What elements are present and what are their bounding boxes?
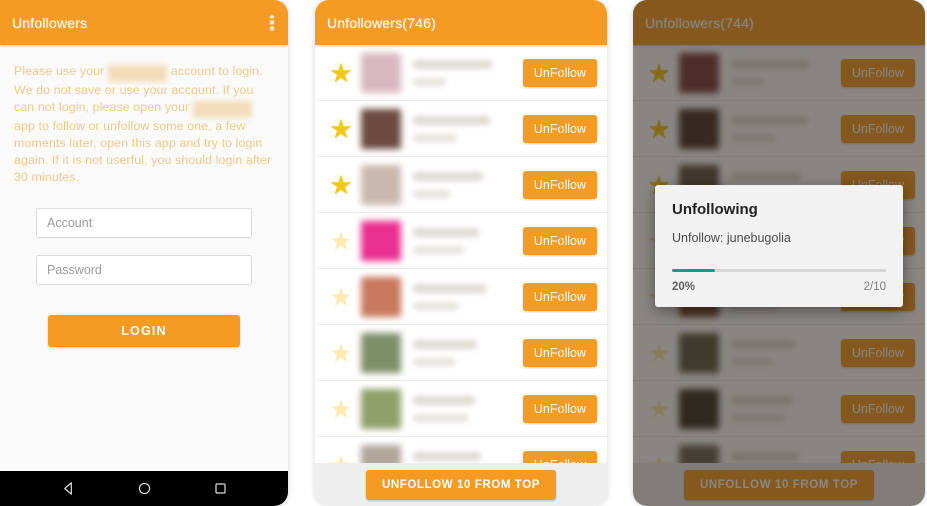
back-triangle-icon[interactable]: [61, 481, 76, 496]
list-appbar: Unfollowers(746): [315, 0, 607, 45]
favorite-star-icon[interactable]: ★: [321, 284, 361, 310]
progress-count-label: 2/10: [863, 281, 886, 293]
fullname-blurred: [413, 77, 446, 86]
fullname-blurred: [413, 301, 460, 310]
notice-text-1: Please use your: [14, 64, 108, 78]
favorite-star-icon[interactable]: ★: [321, 116, 361, 142]
unfollowers-list[interactable]: ★ UnFollow ★ UnFollow ★ UnFollow ★ UnFollow ★ UnF…: [315, 45, 607, 463]
phone-panel-list: Unfollowers(746) ★ UnFollow ★ UnFollow ★ UnFo…: [315, 0, 607, 506]
home-circle-icon[interactable]: [137, 481, 152, 496]
favorite-star-icon[interactable]: ★: [321, 396, 361, 422]
unfollow-button[interactable]: UnFollow: [522, 282, 597, 311]
list-item[interactable]: ★ UnFollow: [315, 381, 607, 437]
login-appbar-title: Unfollowers: [12, 14, 88, 31]
fullname-blurred: [413, 133, 457, 142]
favorite-star-icon[interactable]: ★: [321, 172, 361, 198]
unfollow-button[interactable]: UnFollow: [522, 226, 597, 255]
username-blurred: [413, 339, 477, 349]
username-blurred: [413, 227, 479, 237]
avatar: [361, 52, 401, 93]
list-item[interactable]: ★ UnFollow: [315, 325, 607, 381]
username-blurred: [413, 451, 482, 461]
fullname-blurred: [413, 245, 464, 254]
avatar: [361, 276, 401, 317]
favorite-star-icon[interactable]: ★: [321, 228, 361, 254]
list-appbar-title: Unfollowers(746): [327, 14, 437, 31]
list-wrap: ★ UnFollow ★ UnFollow ★ UnFollow ★ UnFollow ★ UnF…: [315, 45, 607, 506]
list-item[interactable]: ★ UnFollow: [315, 213, 607, 269]
avatar: [361, 108, 401, 149]
recents-square-icon[interactable]: [213, 481, 228, 496]
avatar: [361, 388, 401, 429]
android-nav-bar: [0, 471, 288, 506]
login-button[interactable]: LOGIN: [48, 315, 240, 347]
avatar: [361, 444, 401, 463]
login-notice: Please use your instagram account to log…: [0, 45, 288, 186]
unfollow-button[interactable]: UnFollow: [522, 114, 597, 143]
unfollowing-dialog: Unfollowing Unfollow: junebugolia 20% 2/…: [655, 185, 903, 307]
unfollow-button[interactable]: UnFollow: [522, 338, 597, 367]
list-item[interactable]: ★ UnFollow: [315, 157, 607, 213]
unfollow-button[interactable]: UnFollow: [522, 58, 597, 87]
phone-panel-unfollowing: Unfollowers(744) ★UnFollow★UnFollow★UnFo…: [633, 0, 925, 506]
user-meta: [413, 227, 523, 254]
list-item[interactable]: ★ UnFollow: [315, 101, 607, 157]
avatar: [361, 220, 401, 261]
list-footer: UNFOLLOW 10 FROM TOP: [315, 463, 607, 506]
screenshot-stage: Unfollowers Please use your instagram ac…: [0, 0, 927, 506]
progress-bar-fill: [672, 269, 715, 272]
username-blurred: [413, 115, 490, 125]
unfollow-button[interactable]: UnFollow: [522, 394, 597, 423]
avatar: [361, 332, 401, 373]
phone-panel-login: Unfollowers Please use your instagram ac…: [0, 0, 288, 506]
username-blurred: [413, 171, 484, 181]
fullname-blurred: [413, 357, 455, 366]
username-blurred: [413, 283, 486, 293]
dialog-title: Unfollowing: [672, 201, 758, 218]
list-item[interactable]: ★ UnFollow: [315, 45, 607, 101]
account-placeholder: Account: [47, 216, 93, 230]
login-appbar: Unfollowers: [0, 0, 288, 45]
progress-bar-track: [672, 269, 886, 272]
user-meta: [413, 171, 523, 198]
fullname-blurred: [413, 413, 468, 422]
favorite-star-icon[interactable]: ★: [321, 452, 361, 464]
user-meta: [413, 451, 523, 464]
user-meta: [413, 59, 523, 86]
account-field[interactable]: Account: [36, 208, 252, 238]
user-meta: [413, 395, 523, 422]
list-item[interactable]: ★ UnFollow: [315, 269, 607, 325]
unfollow-button[interactable]: UnFollow: [522, 450, 597, 463]
list-item[interactable]: ★ UnFollow: [315, 437, 607, 463]
password-placeholder: Password: [47, 263, 102, 277]
password-field[interactable]: Password: [36, 255, 252, 285]
user-meta: [413, 339, 523, 366]
username-blurred: [413, 395, 475, 405]
unfollow-button[interactable]: UnFollow: [522, 170, 597, 199]
fullname-blurred: [413, 189, 451, 198]
progress-percent-label: 20%: [672, 281, 696, 293]
login-body: Please use your instagram account to log…: [0, 45, 288, 506]
user-meta: [413, 283, 523, 310]
progress-labels: 20% 2/10: [672, 281, 886, 293]
dialog-message: Unfollow: junebugolia: [672, 231, 791, 245]
unfollow-10-from-top-button[interactable]: UNFOLLOW 10 FROM TOP: [365, 469, 557, 500]
notice-blurred-brand-1: instagram: [107, 65, 168, 82]
favorite-star-icon[interactable]: ★: [321, 340, 361, 366]
username-blurred: [413, 59, 493, 69]
avatar: [361, 164, 401, 205]
user-meta: [413, 115, 523, 142]
notice-text-3: app to follow or unfollow some one, a fe…: [14, 119, 272, 184]
notice-blurred-brand-2: instagram: [192, 101, 253, 118]
overflow-menu-icon[interactable]: [270, 13, 274, 32]
favorite-star-icon[interactable]: ★: [321, 60, 361, 86]
